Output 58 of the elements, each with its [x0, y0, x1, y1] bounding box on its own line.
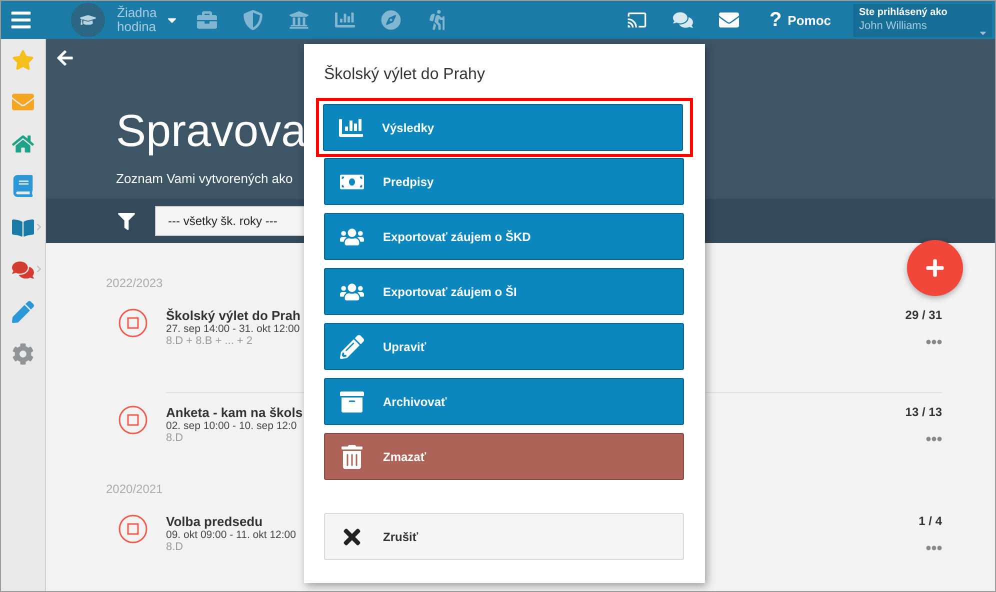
stop-icon[interactable] [118, 405, 148, 435]
pencil-icon [339, 334, 365, 358]
lesson-label[interactable]: Žiadna hodina [117, 6, 165, 34]
event-classes: 8.D [166, 432, 184, 444]
response-count: 1 / 4 [918, 514, 942, 528]
menu-icon[interactable] [10, 9, 32, 31]
action-button[interactable]: Predpisy [324, 158, 684, 205]
page-title: Spravova [116, 104, 306, 158]
filter-icon[interactable] [118, 212, 135, 230]
stop-icon[interactable] [118, 308, 148, 338]
delete-button[interactable]: Zmazať [324, 433, 684, 480]
plus-icon [925, 258, 945, 278]
action-button[interactable]: Výsledky [323, 104, 683, 151]
page-subtitle: Zoznam Vami vytvorených ako [116, 171, 293, 186]
cast-icon[interactable] [627, 10, 648, 30]
star-icon[interactable] [12, 49, 34, 71]
event-title[interactable]: Volba predsedu [166, 514, 263, 529]
mail-icon[interactable] [719, 10, 740, 30]
settings-icon[interactable] [12, 343, 34, 365]
stop-icon[interactable] [118, 514, 148, 544]
dialog-title: Školský výlet do Prahy [324, 66, 486, 84]
response-count: 29 / 31 [905, 308, 942, 322]
book-icon[interactable] [12, 217, 34, 239]
building-icon[interactable] [289, 10, 309, 30]
event-title[interactable]: Anketa - kam na škols [166, 405, 303, 420]
graduation-cap-icon[interactable] [71, 3, 105, 37]
action-button[interactable]: Exportovať záujem o ŠKD [324, 213, 684, 260]
chat-icon[interactable] [673, 10, 694, 30]
action-button[interactable]: Exportovať záujem o ŠI [324, 268, 684, 315]
help-icon[interactable]: ? [769, 8, 782, 32]
house-icon[interactable] [12, 133, 34, 155]
year-heading: 2020/2021 [106, 482, 164, 496]
event-dates: 02. sep 10:00 - 10. sep 12:0 [166, 420, 297, 432]
briefcase-icon[interactable] [197, 10, 217, 30]
bar-chart-icon[interactable] [335, 10, 355, 30]
event-title[interactable]: Školský výlet do Prah [166, 308, 300, 323]
cancel-button[interactable]: Zrušiť [324, 513, 684, 560]
action-button[interactable]: Upraviť [324, 323, 684, 370]
compass-icon[interactable] [381, 10, 401, 30]
trash-icon [339, 444, 365, 468]
event-classes: 8.D + 8.B + ... + 2 [166, 335, 253, 347]
response-count: 13 / 13 [905, 405, 942, 419]
year-heading: 2022/2023 [106, 276, 164, 290]
chat-icon[interactable] [12, 259, 34, 281]
event-dates: 09. okt 09:00 - 11. okt 12:00 [166, 529, 296, 541]
pen-icon[interactable] [12, 301, 34, 323]
archive-box-icon [339, 390, 365, 414]
shield-icon[interactable] [243, 10, 263, 30]
action-button[interactable]: Archivovať [324, 378, 684, 425]
back-arrow-icon[interactable] [56, 49, 74, 67]
user-menu[interactable]: Ste prihlásený ako John Williams [853, 4, 992, 36]
event-classes: 8.D [166, 541, 184, 553]
add-button[interactable] [907, 240, 963, 296]
help-link[interactable]: Pomoc [788, 12, 831, 28]
envelope-icon[interactable] [12, 91, 34, 113]
event-dates: 27. sep 14:00 - 31. okt 12:00 [166, 323, 300, 335]
notebook-icon[interactable] [12, 175, 34, 197]
hiking-icon[interactable] [427, 10, 447, 30]
